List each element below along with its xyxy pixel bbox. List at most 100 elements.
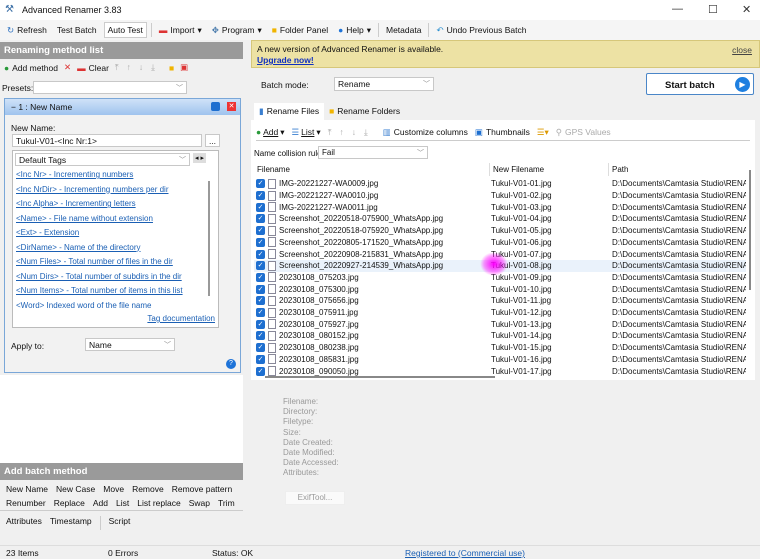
customize-columns-button[interactable]: ▥ Customize columns [383,127,468,138]
column-new-filename[interactable]: New Filename [489,163,547,176]
tags-prev-next[interactable]: ◂ ▸ [193,153,206,163]
enable-checkbox[interactable] [211,102,220,111]
tag-item[interactable]: <Num Items> - Total number of items in t… [16,284,183,299]
row-checkbox[interactable]: ✓ [256,319,265,329]
row-checkbox[interactable]: ✓ [256,261,265,271]
auto-test-button[interactable]: Auto Test [103,22,147,38]
row-checkbox[interactable]: ✓ [256,354,265,364]
table-row[interactable]: ✓ 20230108_080152.jpg Tukul-V01-14.jpg D:\D… [254,330,746,342]
table-row[interactable]: ✓ Screenshot_20220518-075900_WhatsApp.jpg… [254,213,746,225]
metadata-button[interactable]: Metadata [383,23,424,37]
row-checkbox[interactable]: ✓ [256,308,265,318]
move-file-buttons[interactable]: ⤒↑↓⤓ [328,127,376,138]
tag-item[interactable]: <Inc Nr> - Incrementing numbers [16,168,183,183]
table-row[interactable]: ✓ Screenshot_20220805-171520_WhatsApp.jpg… [254,237,746,249]
browse-button[interactable]: ... [205,134,220,147]
row-checkbox[interactable]: ✓ [256,214,265,224]
save-icon[interactable]: ▣ [180,62,188,73]
presets-select[interactable]: ﹀ [33,81,187,94]
list-menu[interactable]: ☰ List ▾ [292,127,321,138]
row-checkbox[interactable]: ✓ [256,366,265,376]
delete-icon[interactable]: ✕ [64,62,71,73]
collapse-icon[interactable]: − [11,102,18,112]
tag-documentation-link[interactable]: Tag documentation [147,314,215,323]
folder-panel-button[interactable]: ■ Folder Panel [269,23,331,37]
tag-item[interactable]: <Inc Alpha> - Incrementing letters [16,197,183,212]
refresh-button[interactable]: ↻ Refresh [4,23,50,38]
test-batch-button[interactable]: Test Batch [54,23,100,37]
apply-to-select[interactable]: Name ﹀ [85,338,175,351]
color-list-menu[interactable]: ☰▾ [537,127,549,138]
table-row[interactable]: ✓ IMG-20221227-WA0010.jpg Tukul-V01-02.jpg… [254,190,746,202]
tag-item[interactable]: <Ext> - Extension [16,226,183,241]
start-batch-button[interactable]: Start batch ▶ [646,73,754,95]
new-name-input[interactable]: Tukul-V01-<Inc Nr:1> [12,134,202,147]
tab-rename-files[interactable]: ▮ Rename Files [254,103,325,120]
minimize-button[interactable]: — [672,3,683,15]
tags-select[interactable]: Default Tags ﹀ [15,153,190,166]
table-row[interactable]: ✓ 20230108_075656.jpg Tukul-V01-11.jpg D:\D… [254,295,746,307]
exiftool-button[interactable]: ExifTool... [285,491,345,505]
table-row[interactable]: ✓ 20230108_075911.jpg Tukul-V01-12.jpg D:\D… [254,307,746,319]
row-checkbox[interactable]: ✓ [256,202,265,212]
open-folder-icon[interactable]: ■ [169,63,174,73]
table-row[interactable]: ✓ Screenshot_20220518-075920_WhatsApp.jpg… [254,225,746,237]
tag-item[interactable]: <Inc NrDir> - Incrementing numbers per d… [16,183,183,198]
row-checkbox[interactable]: ✓ [256,191,265,201]
row-checkbox[interactable]: ✓ [256,272,265,282]
tag-item[interactable]: <Word> Indexed word of the file name [16,299,183,314]
horizontal-scrollbar[interactable] [265,376,495,378]
program-menu[interactable]: ✥ Program ▾ [209,23,265,38]
registered-link[interactable]: Registered to (Commercial use) [405,548,525,558]
batch-method-trim[interactable]: Trim [218,498,235,508]
row-checkbox[interactable]: ✓ [256,296,265,306]
tags-scrollbar[interactable] [208,181,210,296]
tag-item[interactable]: <Num Dirs> - Total number of subdirs in … [16,270,183,285]
row-checkbox[interactable]: ✓ [256,179,265,189]
batch-method-add[interactable]: Add [93,498,108,508]
row-checkbox[interactable]: ✓ [256,249,265,259]
row-checkbox[interactable]: ✓ [256,284,265,294]
row-checkbox[interactable]: ✓ [256,343,265,353]
column-path[interactable]: Path [608,163,631,176]
undo-previous-batch-button[interactable]: ↶ Undo Previous Batch [433,23,529,38]
close-window-button[interactable]: ✕ [742,3,751,16]
row-checkbox[interactable]: ✓ [256,237,265,247]
tag-item[interactable]: <Name> - File name without extension [16,212,183,227]
help-icon[interactable]: ? [226,359,236,369]
batch-method-list[interactable]: List [116,498,129,508]
move-buttons[interactable]: ⤒↑↓⤓ [115,62,163,73]
row-checkbox[interactable]: ✓ [256,331,265,341]
table-row[interactable]: ✓ 20230108_075927.jpg Tukul-V01-13.jpg D:\D… [254,318,746,330]
upgrade-now-link[interactable]: Upgrade now! [257,55,314,65]
close-notice-link[interactable]: close [732,45,752,55]
batch-method-list-replace[interactable]: List replace [137,498,180,508]
method-header[interactable]: − 1 : New Name ✕ [5,99,240,115]
batch-mode-select[interactable]: Rename ﹀ [334,77,434,91]
vertical-scrollbar[interactable] [749,170,751,290]
batch-method-attributes[interactable]: Attributes [6,516,42,530]
collision-select[interactable]: Fail ﹀ [318,146,428,159]
batch-method-script[interactable]: Script [109,516,131,530]
batch-method-remove-pattern[interactable]: Remove pattern [172,484,232,494]
tag-item[interactable]: <Num Files> - Total number of files in t… [16,255,183,270]
batch-method-new-name[interactable]: New Name [6,484,48,494]
remove-method-icon[interactable]: ✕ [227,102,236,111]
clear-button[interactable]: ▬ Clear [77,63,109,73]
maximize-button[interactable]: ☐ [708,3,718,16]
help-menu[interactable]: ● Help ▾ [335,23,374,38]
table-row[interactable]: ✓ 20230108_080238.jpg Tukul-V01-15.jpg D:\D… [254,342,746,354]
batch-method-move[interactable]: Move [103,484,124,494]
add-method-button[interactable]: ● Add method [4,63,58,73]
column-filename[interactable]: Filename [257,165,290,174]
batch-method-renumber[interactable]: Renumber [6,498,46,508]
table-row[interactable]: ✓ 20230108_085831.jpg Tukul-V01-16.jpg D:\D… [254,354,746,366]
row-checkbox[interactable]: ✓ [256,226,265,236]
batch-method-remove[interactable]: Remove [132,484,164,494]
add-files-menu[interactable]: ● Add ▾ [256,127,285,138]
tag-item[interactable]: <DirName> - Name of the directory [16,241,183,256]
import-menu[interactable]: ▬ Import ▾ [156,23,205,38]
batch-method-new-case[interactable]: New Case [56,484,95,494]
tab-rename-folders[interactable]: ■ Rename Folders [324,103,405,120]
table-row[interactable]: ✓ 20230108_075300.jpg Tukul-V01-10.jpg D:\D… [254,283,746,295]
